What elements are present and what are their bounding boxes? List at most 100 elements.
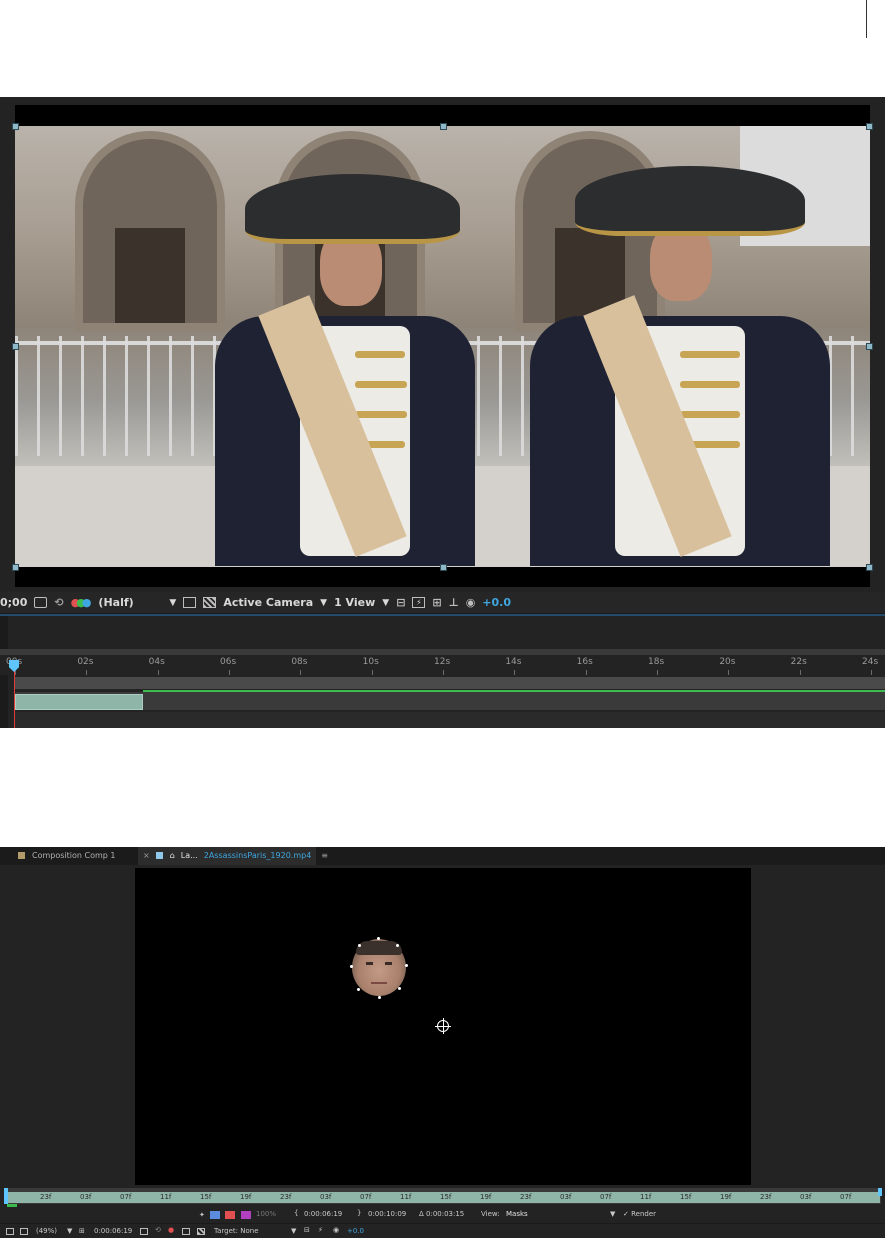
layer-ruler-tick-label: 03f [80,1193,92,1201]
layer-clip-bar[interactable] [15,694,143,710]
timeline-tick-mark [300,670,302,675]
view-select[interactable]: Masks [506,1210,528,1218]
layer-in-point-marker[interactable] [4,1188,8,1204]
layer-ruler-tick-label: 03f [320,1193,332,1201]
layer-ruler-tick-label: 11f [400,1193,412,1201]
pixel-aspect-icon[interactable]: ⊟ [396,596,405,609]
tab-layer-filename: 2AssassinsParis_1920.mp4 [203,851,312,860]
camera-dropdown-icon[interactable]: ▼ [320,598,327,608]
out-point-bracket-icon[interactable]: } [357,1209,361,1217]
cathedral-portal-left [75,131,225,331]
always-preview-icon[interactable] [6,1227,14,1235]
resolution-select[interactable]: (Half) [98,596,162,609]
motion-path-icon[interactable] [210,1211,220,1219]
anchor-point-icon[interactable] [435,1018,451,1034]
timeline-tick-mark [371,670,373,675]
timeline-tick-mark [728,670,730,675]
opacity-value[interactable]: 100% [256,1210,276,1218]
exposure-value[interactable]: +0.0 [347,1227,364,1235]
render-checkbox[interactable]: ✓ Render [623,1210,656,1218]
view-layout-select[interactable]: 1 View [334,596,375,609]
color-channels-icon[interactable]: ● [168,1226,174,1234]
zoom-select[interactable]: (49%) [36,1227,57,1235]
lock-icon[interactable]: ⌂ [170,851,175,860]
target-dropdown-icon[interactable]: ▼ [291,1227,296,1235]
mask-vertex[interactable] [357,988,360,991]
page: 0;00 ⟲ ● ● ● (Half) ▼ Active Camera ▼ 1 Vi… [0,0,885,1238]
snapshot-icon[interactable] [140,1227,148,1235]
layer-ruler-tick-label: 03f [800,1193,812,1201]
transform-handle-middle-left[interactable] [12,343,19,350]
view-dropdown-icon[interactable]: ▼ [610,1210,615,1218]
transform-handle-middle-right[interactable] [866,343,873,350]
transform-handle-top-center[interactable] [440,123,447,130]
tab-composition-label: Composition Comp 1 [32,851,116,860]
current-time-display[interactable]: 0;00 [0,596,27,609]
target-select[interactable]: Target: None [214,1227,259,1235]
grid-icon[interactable]: ⊞ [79,1227,85,1235]
reset-exposure-icon[interactable]: ◉ [466,596,476,609]
masked-face-eyes [366,962,392,965]
timeline-tick-label: 16s [576,657,593,667]
mask-vertex[interactable] [378,996,381,999]
layer-ruler-tick-label: 11f [160,1193,172,1201]
mask-vertex[interactable] [377,937,380,940]
color-channels-icon[interactable]: ● ● ● [71,596,92,609]
show-snapshot-icon[interactable]: ⟲ [155,1226,161,1234]
timeline-icon[interactable]: ⊞ [432,596,441,609]
fast-previews-icon[interactable]: ⚡ [318,1226,323,1234]
mask-vertex[interactable] [350,965,353,968]
pixel-aspect-icon[interactable]: ⊟ [304,1226,310,1234]
layer-current-time[interactable]: 0:00:06:19 [94,1227,132,1235]
panel-menu-icon[interactable]: ≡ [321,851,328,860]
transform-handle-top-left[interactable] [12,123,19,130]
layer-work-area-indicator [7,1204,17,1207]
layer-ruler-tick-label: 15f [680,1193,692,1201]
layer-out-point-marker[interactable] [878,1188,882,1196]
mask-vertex[interactable] [358,944,361,947]
flowchart-icon[interactable]: ⊥ [449,596,459,609]
out-point-time[interactable]: 0:00:10:09 [368,1210,406,1218]
region-of-interest-icon[interactable] [183,597,197,608]
video-frame [15,126,870,567]
exposure-value[interactable]: +0.0 [482,596,511,609]
show-snapshot-icon[interactable]: ⟲ [54,596,63,609]
transform-handle-bottom-left[interactable] [12,564,19,571]
ruler-icon[interactable] [225,1211,235,1219]
resolution-dropdown-icon[interactable]: ▼ [169,598,176,608]
layer-ruler-tick-label: 19f [480,1193,492,1201]
masked-face-hair [356,941,402,955]
layer-ruler-tick-label: 23f [520,1193,532,1201]
mask-vertex[interactable] [405,964,408,967]
transparency-grid-icon[interactable] [203,597,217,608]
layer-track-2[interactable] [14,692,885,710]
zoom-dropdown-icon[interactable]: ▼ [67,1227,72,1235]
region-of-interest-icon[interactable] [182,1227,190,1235]
transparency-grid-icon[interactable] [197,1227,205,1235]
timeline-tick-label: 20s [719,657,736,667]
reset-exposure-icon[interactable]: ◉ [333,1226,339,1234]
timeline-tick-label: 10s [362,657,379,667]
close-tab-icon[interactable]: × [143,851,150,860]
tab-layer[interactable]: × ⌂ La... 2AssassinsParis_1920.mp4 ≡ [143,851,328,860]
layer-track-1[interactable] [14,677,885,689]
transform-handle-bottom-right[interactable] [866,564,873,571]
timeline-tick-mark [443,670,444,675]
tab-composition[interactable]: Composition Comp 1 [18,851,116,860]
timeline-tick-label: 06s [220,657,237,667]
monitor-icon[interactable] [20,1227,28,1235]
mask-vertex[interactable] [396,944,399,947]
left-soldier-bicorne [245,174,460,244]
toggle-alpha-icon[interactable]: ✦ [199,1211,205,1219]
in-point-time[interactable]: 0:00:06:19 [304,1210,342,1218]
snapshot-icon[interactable] [34,597,48,608]
mask-vertex[interactable] [398,987,401,990]
fast-previews-icon[interactable]: ⚡ [412,597,426,608]
transform-handle-top-right[interactable] [866,123,873,130]
transform-handle-bottom-center[interactable] [440,564,447,571]
mask-color-swatch[interactable] [241,1211,251,1219]
view-layout-dropdown-icon[interactable]: ▼ [382,598,389,608]
camera-select[interactable]: Active Camera [223,596,313,609]
in-point-bracket-icon[interactable]: { [294,1209,298,1217]
layer-track-3[interactable] [14,712,885,728]
